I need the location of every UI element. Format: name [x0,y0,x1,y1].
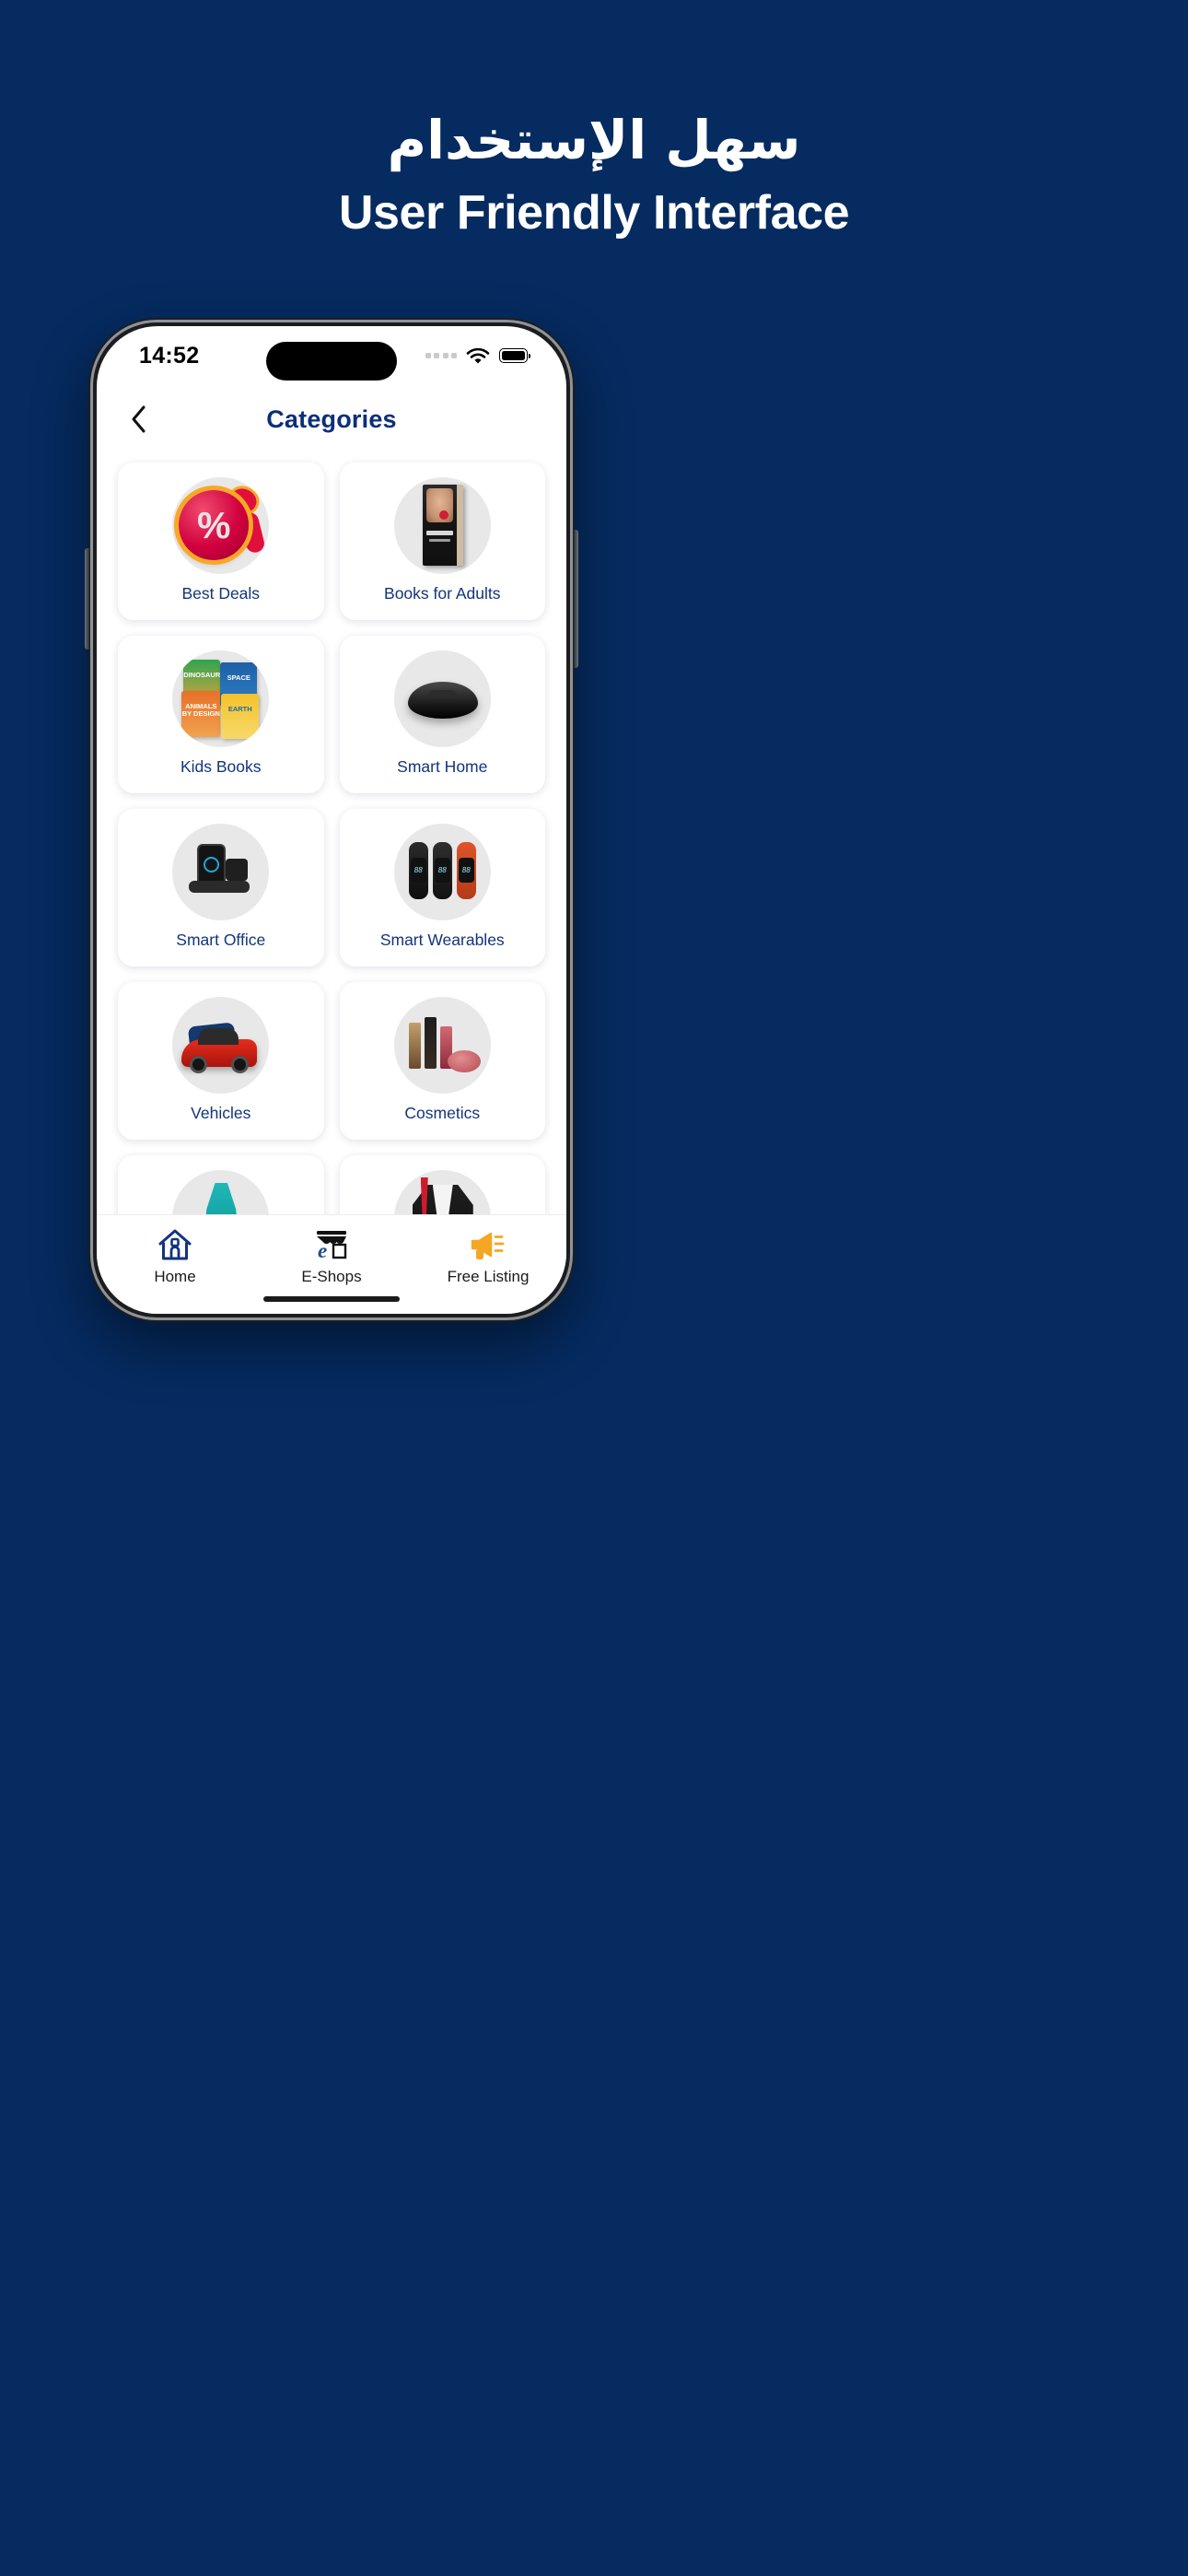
category-thumb: 88 88 88 [393,824,491,920]
car-motorbike-icon [172,997,269,1094]
storefront-icon: e [313,1226,350,1261]
tab-eshops[interactable]: e E-Shops [253,1226,410,1286]
phone-mockup: 14:52 Categories % Best Deals Books for … [85,318,578,1322]
category-card-men-fashion[interactable]: Men Fashion [339,1155,545,1214]
home-icon [157,1226,192,1261]
category-thumb [172,997,270,1094]
makeup-set-icon [394,997,491,1094]
tab-home[interactable]: Home [97,1226,253,1286]
promo-headline-arabic: سهل الإستخدام [387,109,801,171]
chevron-left-icon [132,405,146,433]
category-thumb [393,477,491,574]
phone-screen: 14:52 Categories % Best Deals Books for … [97,326,566,1314]
category-card-cosmetics[interactable]: Cosmetics [339,982,545,1140]
category-thumb [393,650,491,747]
battery-icon [499,348,531,363]
category-card-vehicles[interactable]: Vehicles [118,982,324,1140]
percent-badge-icon: % [172,477,269,574]
category-thumb [172,1170,270,1214]
promo-headline-english: User Friendly Interface [338,186,850,240]
black-suit-icon [394,1170,491,1214]
promo-headline-block: سهل الإستخدام User Friendly Interface [0,109,1188,242]
category-label: Kids Books [180,757,262,776]
category-card-kids-books[interactable]: DINOSAURS SPACE ANIMALS BY DESIGN EARTH … [118,636,324,793]
teal-dress-icon [172,1170,269,1214]
bottom-tab-bar: Home e E-Shops Free Listing [97,1214,566,1314]
tab-label: E-Shops [301,1268,362,1285]
fitness-bands-icon: 88 88 88 [394,824,491,920]
page-title: Categories [266,404,397,433]
category-label: Smart Wearables [379,931,505,949]
category-label: Smart Home [397,757,488,776]
category-label: Smart Office [176,931,266,949]
home-indicator [263,1296,400,1302]
status-indicators [425,346,531,365]
category-thumb [393,1170,491,1214]
robot-vacuum-icon [394,650,491,747]
category-thumb: DINOSAURS SPACE ANIMALS BY DESIGN EARTH [172,650,270,747]
kids-book-cover: ANIMALS BY DESIGN [181,691,221,737]
status-time: 14:52 [139,342,200,369]
category-card-smart-wearables[interactable]: 88 88 88 Smart Wearables [339,809,545,966]
category-thumb [172,824,270,920]
category-label: Best Deals [181,584,261,603]
wifi-icon [466,347,490,364]
tab-label: Home [154,1268,196,1285]
categories-grid: % Best Deals Books for Adults DINOSAURS … [97,453,566,1214]
category-card-women-fashion[interactable]: Women Fashion [118,1155,324,1214]
dynamic-island [266,342,397,381]
category-card-best-deals[interactable]: % Best Deals [118,463,324,620]
category-thumb [393,997,491,1094]
kids-book-cover: EARTH [221,694,260,739]
tab-free-listing[interactable]: Free Listing [410,1226,566,1286]
adult-book-icon [394,477,491,574]
category-label: Vehicles [191,1104,251,1122]
category-label: Cosmetics [404,1104,481,1122]
category-card-books-for-adults[interactable]: Books for Adults [339,463,545,620]
app-header: Categories [97,385,566,453]
category-thumb: % [172,477,270,574]
kids-books-icon: DINOSAURS SPACE ANIMALS BY DESIGN EARTH [172,650,269,747]
back-button[interactable] [121,401,157,438]
category-card-smart-home[interactable]: Smart Home [339,636,545,793]
signal-dots-icon [425,353,457,358]
status-bar: 14:52 [97,326,566,385]
category-card-smart-office[interactable]: Smart Office [118,809,324,966]
category-label: Books for Adults [384,584,501,603]
categories-scroll-area[interactable]: % Best Deals Books for Adults DINOSAURS … [97,453,566,1214]
svg-text:e: e [318,1239,327,1261]
megaphone-icon [469,1226,507,1261]
tab-label: Free Listing [447,1268,530,1285]
phone-dock-icon [172,824,269,920]
